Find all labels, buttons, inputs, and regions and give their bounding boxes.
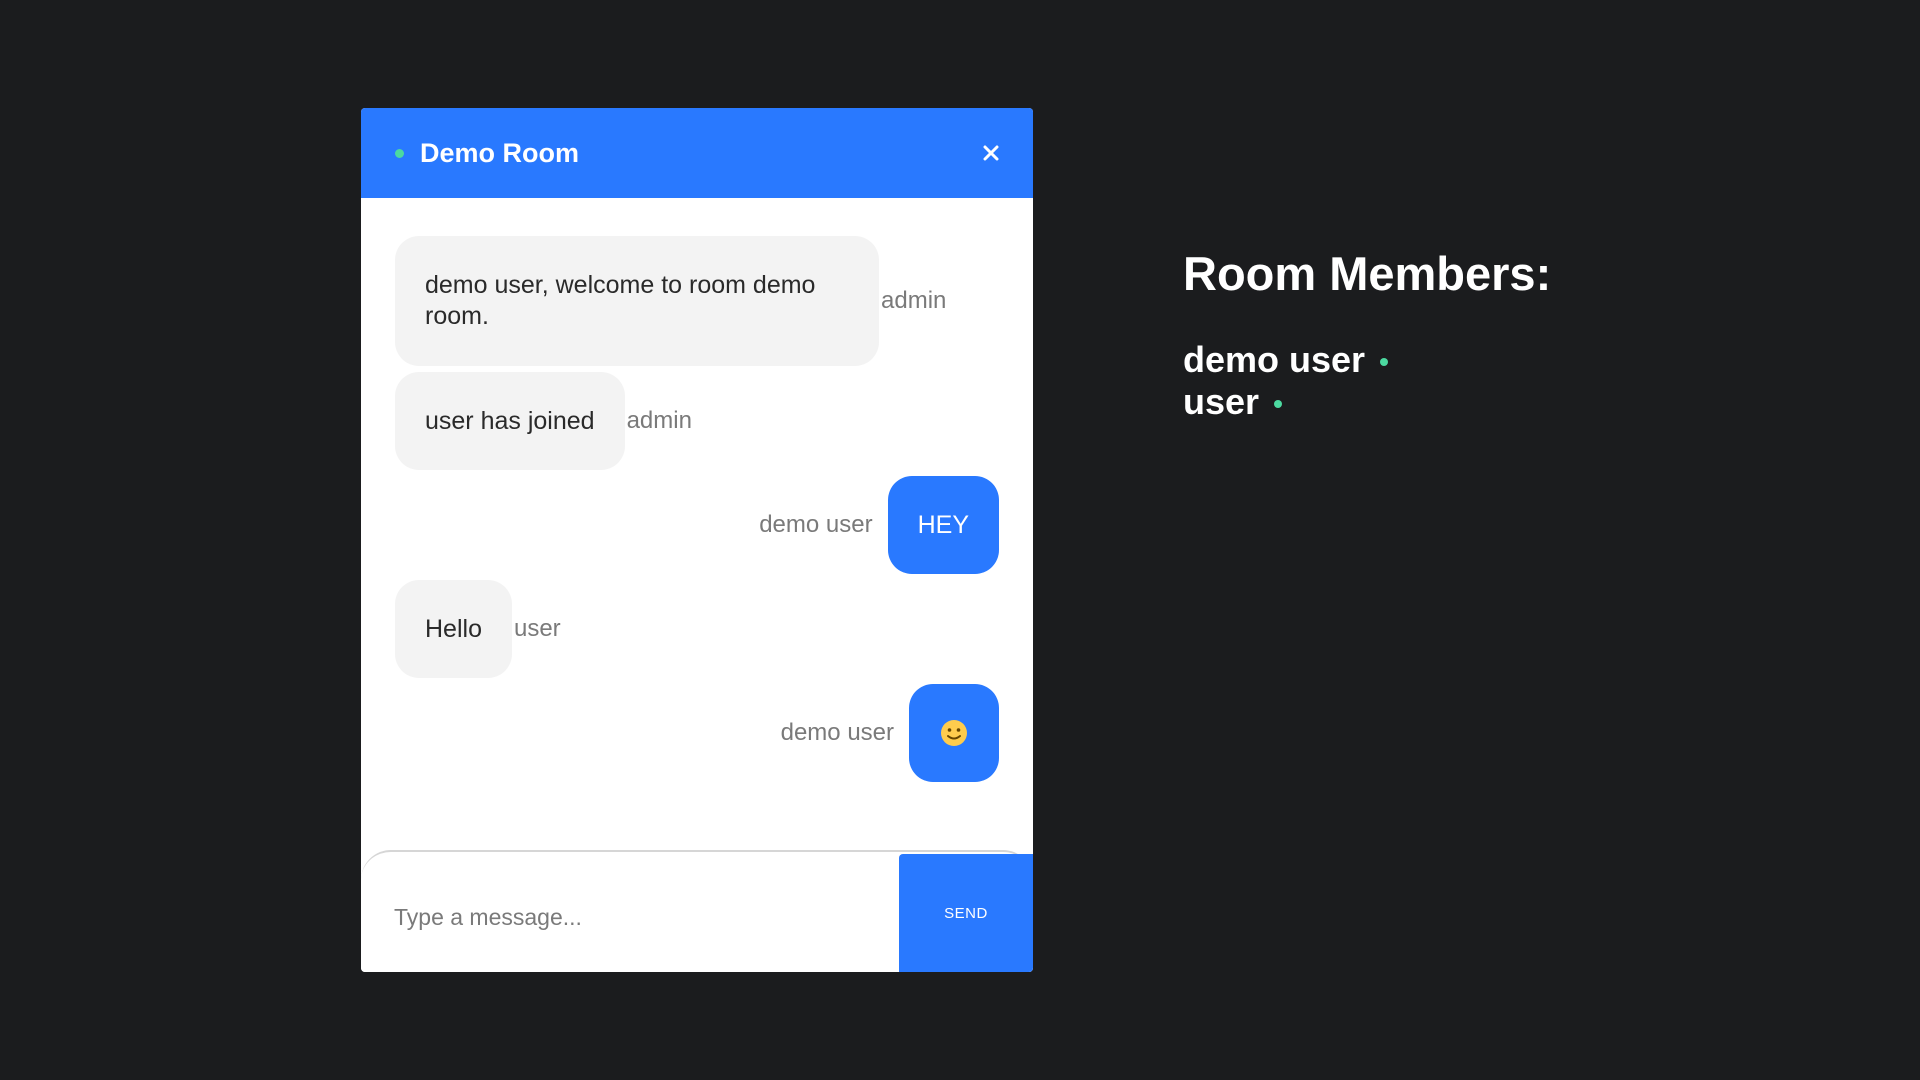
send-button[interactable]: SEND xyxy=(899,854,1033,972)
member-name: user xyxy=(1183,381,1260,422)
message-text: Hello xyxy=(425,614,482,643)
message-row: user has joined admin xyxy=(395,372,999,470)
message-bubble xyxy=(909,684,999,782)
smile-emoji-icon xyxy=(941,720,967,746)
member-item: demo user xyxy=(1183,339,1551,381)
message-row: demo user xyxy=(395,684,999,782)
close-icon[interactable] xyxy=(977,139,1005,167)
message-text: user has joined xyxy=(425,406,595,435)
message-sender: admin xyxy=(626,407,692,434)
room-title: Demo Room xyxy=(420,137,580,168)
room-status-dot xyxy=(395,148,404,158)
message-text: HEY xyxy=(917,510,969,539)
online-status-dot xyxy=(1380,358,1389,366)
message-sender: user xyxy=(513,615,561,642)
message-bubble: user has joined xyxy=(395,372,625,470)
message-composer: SEND xyxy=(361,850,1033,972)
room-members-panel: Room Members: demo user user xyxy=(1183,247,1551,423)
message-bubble: Hello xyxy=(395,580,512,678)
member-name: demo user xyxy=(1183,339,1366,380)
message-row: demo user HEY xyxy=(395,476,999,574)
members-title: Room Members: xyxy=(1183,247,1552,300)
message-row: demo user, welcome to room demo room. ad… xyxy=(395,236,999,366)
message-sender: demo user xyxy=(759,511,873,538)
online-status-dot xyxy=(1274,400,1283,408)
message-text: demo user, welcome to room demo room. xyxy=(425,271,816,330)
message-sender: admin xyxy=(881,287,947,314)
message-bubble: HEY xyxy=(887,476,999,574)
message-list: demo user, welcome to room demo room. ad… xyxy=(395,236,999,788)
message-bubble: demo user, welcome to room demo room. xyxy=(395,236,879,366)
message-sender: demo user xyxy=(780,719,894,746)
member-item: user xyxy=(1183,381,1551,423)
message-row: Hello user xyxy=(395,580,999,678)
chat-header: Demo Room xyxy=(361,108,1033,198)
chat-window: Demo Room demo user, welcome to room dem… xyxy=(361,108,1033,972)
message-input[interactable] xyxy=(361,862,899,972)
